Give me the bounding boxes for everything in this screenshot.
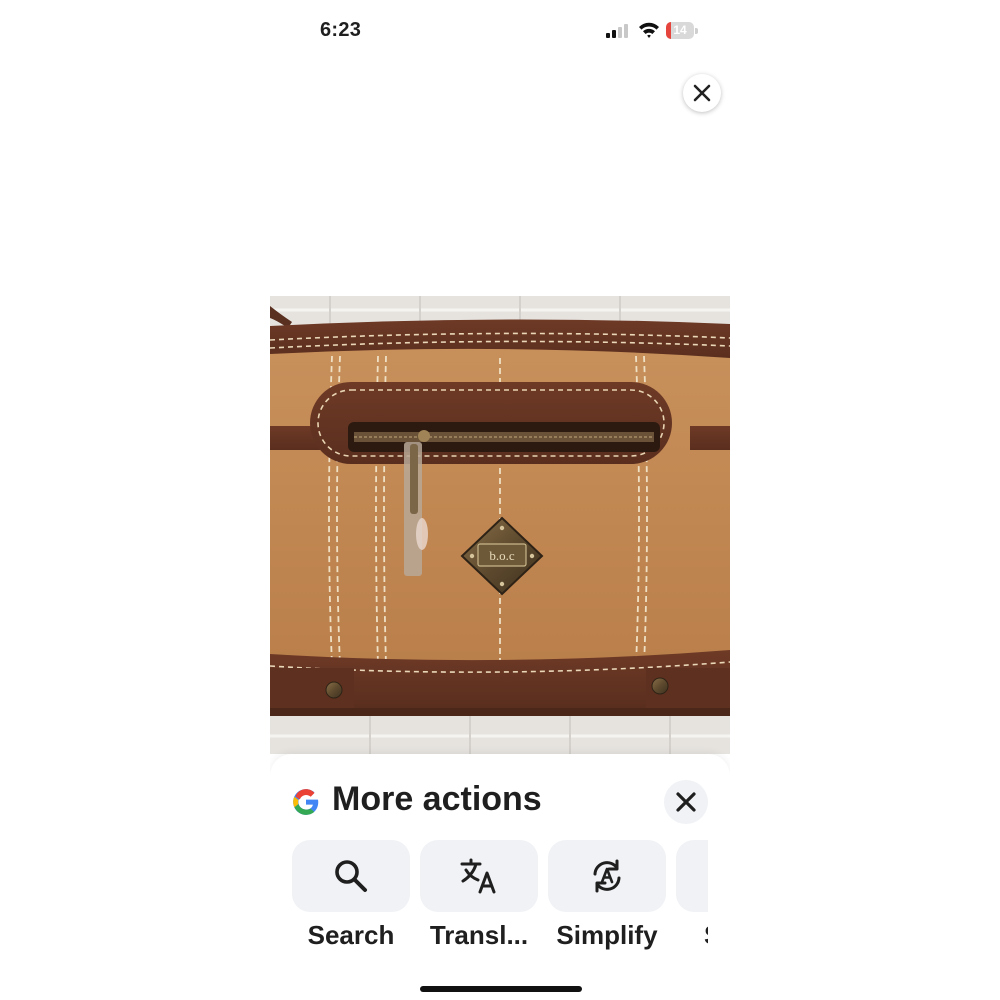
close-icon — [676, 792, 696, 812]
battery-indicator: 14 — [666, 22, 700, 39]
partial-action-tile[interactable] — [676, 840, 708, 912]
home-indicator[interactable] — [420, 986, 582, 992]
search-action-label: Search — [307, 920, 395, 950]
close-sheet-button[interactable] — [664, 780, 708, 824]
brand-logo-text: b.o.c — [489, 548, 515, 563]
simplify-icon — [593, 859, 621, 893]
translate-action-tile[interactable] — [420, 840, 538, 912]
wifi-icon — [639, 22, 659, 38]
sheet-title: More actions — [332, 780, 542, 818]
actions-row: Search Transl... Simplify — [292, 840, 708, 960]
product-image[interactable]: b.o.c — [270, 296, 730, 754]
handbag-photo: b.o.c — [270, 296, 730, 754]
search-action-button[interactable]: Search — [292, 840, 410, 960]
battery-level: 14 — [673, 23, 687, 37]
phone-screen: 6:23 14 b.o.c More actions Search Transl… — [270, 0, 730, 1000]
translate-icon — [460, 858, 496, 894]
search-icon — [335, 860, 367, 892]
search-action-tile[interactable] — [292, 840, 410, 912]
simplify-action-tile[interactable] — [548, 840, 666, 912]
partial-action-button[interactable]: S — [676, 840, 708, 960]
translate-action-button[interactable]: Transl... — [420, 840, 538, 960]
more-actions-sheet: More actions Search Transl... Simplify — [270, 754, 730, 1000]
translate-action-label: Transl... — [429, 920, 529, 950]
simplify-action-label: Simplify — [556, 920, 658, 950]
close-icon — [693, 84, 711, 102]
partial-action-label: S — [676, 920, 708, 951]
cellular-signal-icon — [606, 24, 628, 38]
status-bar: 6:23 14 — [270, 0, 730, 62]
status-time: 6:23 — [320, 19, 362, 41]
close-viewer-button[interactable] — [683, 74, 721, 112]
simplify-action-button[interactable]: Simplify — [548, 840, 666, 960]
google-logo-icon — [293, 789, 319, 815]
